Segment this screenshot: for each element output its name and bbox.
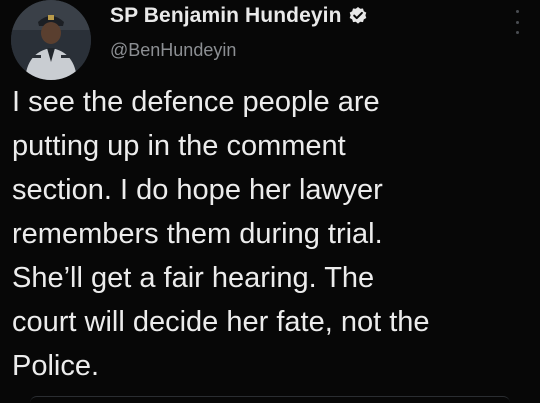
author-handle[interactable]: @BenHundeyin [110, 40, 236, 61]
embedded-card-edge [30, 396, 510, 403]
more-dot [515, 20, 519, 24]
more-options-icon[interactable] [512, 10, 522, 34]
tweet-card: SP Benjamin Hundeyin @BenHundeyin I see … [0, 0, 540, 403]
verified-badge-icon [348, 6, 368, 26]
tweet-text: I see the defence people are putting up … [12, 86, 430, 382]
avatar[interactable] [11, 0, 91, 80]
author-name-row[interactable]: SP Benjamin Hundeyin [110, 2, 368, 30]
avatar-photo-icon [11, 0, 91, 80]
author-display-name[interactable]: SP Benjamin Hundeyin [110, 4, 342, 28]
more-dot [515, 10, 519, 13]
more-dot [515, 31, 519, 34]
